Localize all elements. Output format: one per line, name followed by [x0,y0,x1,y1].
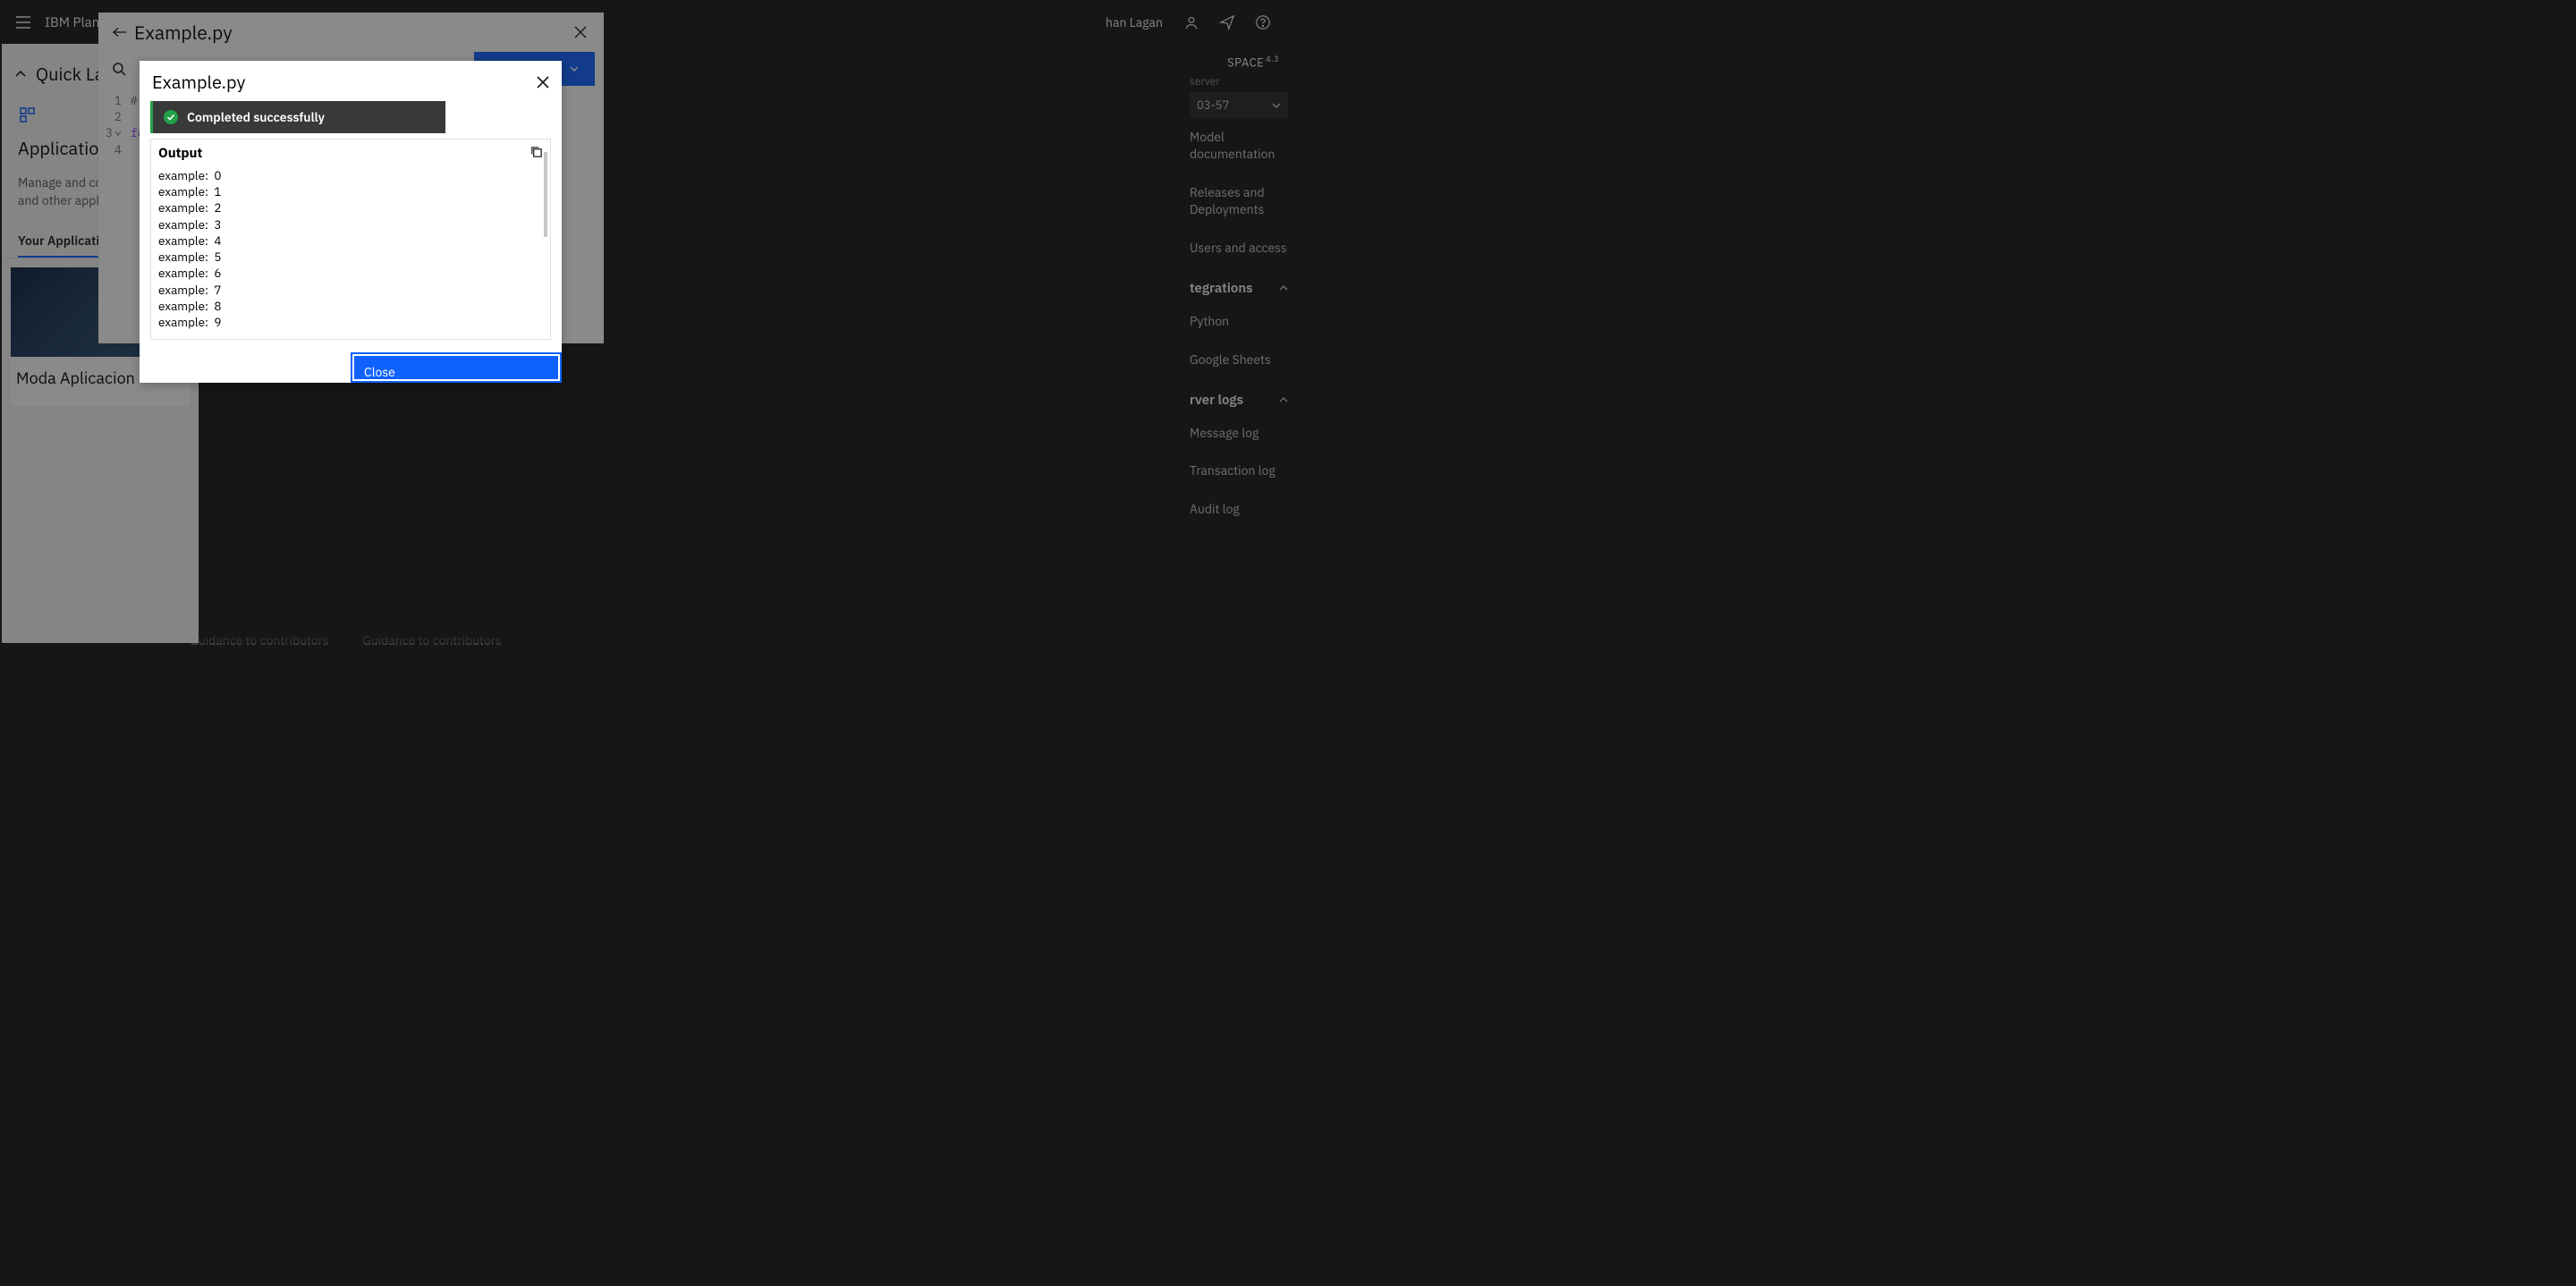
copy-icon[interactable] [530,145,543,158]
modal-title: Example.py [152,70,245,94]
status-text: Completed successfully [187,109,325,125]
scrollbar[interactable] [544,152,547,237]
close-icon[interactable] [537,76,549,89]
output-modal: Example.py Completed successfully Output… [140,61,562,383]
close-button[interactable]: Close [351,352,562,383]
output-text: example: 0 example: 1 example: 2 example… [158,167,543,330]
status-banner: Completed successfully [150,101,445,133]
success-icon [164,110,178,124]
output-label: Output [158,145,543,167]
output-box: Output example: 0 example: 1 example: 2 … [150,139,551,340]
